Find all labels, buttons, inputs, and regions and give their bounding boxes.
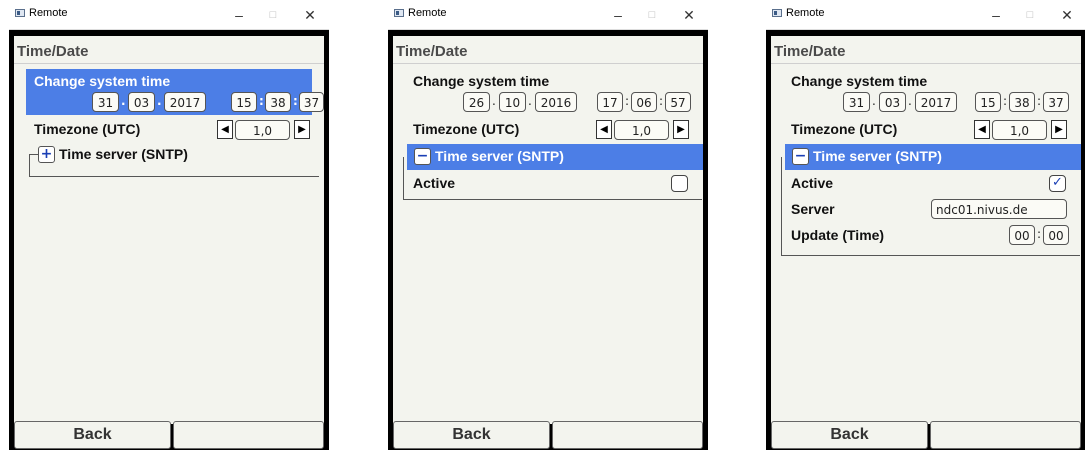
- window-title: Remote: [408, 7, 447, 19]
- app-icon: [772, 9, 782, 17]
- back-button[interactable]: Back: [393, 421, 550, 449]
- date-separator: .: [908, 94, 912, 108]
- change-system-time-label: Change system time: [34, 73, 171, 89]
- date-separator: .: [492, 94, 496, 108]
- second-field[interactable]: 57: [665, 92, 691, 112]
- remote-window-1: Remote – □ ✕ Time/Date Change system tim…: [9, 0, 329, 450]
- year-field[interactable]: 2017: [164, 92, 206, 112]
- change-system-time-label[interactable]: Change system time: [791, 73, 927, 89]
- window-titlebar[interactable]: Remote – □ ✕: [766, 0, 1085, 30]
- time-separator: :: [1037, 94, 1042, 108]
- update-hour-field[interactable]: 00: [1009, 225, 1035, 245]
- minute-field[interactable]: 38: [265, 92, 291, 112]
- date-separator: .: [157, 94, 162, 108]
- timezone-decrease-button[interactable]: ◀: [596, 120, 612, 139]
- time-separator: :: [1003, 94, 1008, 108]
- timezone-value[interactable]: 1,0: [235, 120, 290, 140]
- month-field[interactable]: 03: [879, 92, 906, 112]
- minimize-button[interactable]: –: [222, 4, 256, 26]
- soft-key-right[interactable]: [930, 421, 1081, 449]
- soft-key-right[interactable]: [173, 421, 324, 449]
- update-minute-field[interactable]: 00: [1043, 225, 1069, 245]
- hour-field[interactable]: 17: [597, 92, 623, 112]
- time-server-label[interactable]: Time server (SNTP): [59, 146, 188, 162]
- change-system-time-label[interactable]: Change system time: [413, 73, 549, 89]
- day-field[interactable]: 26: [463, 92, 490, 112]
- window-titlebar[interactable]: Remote – □ ✕: [388, 0, 708, 30]
- timezone-increase-button[interactable]: ▶: [1051, 120, 1067, 139]
- close-button[interactable]: ✕: [1050, 4, 1084, 26]
- date-separator: .: [528, 94, 532, 108]
- timezone-increase-button[interactable]: ▶: [294, 120, 310, 139]
- year-field[interactable]: 2017: [915, 92, 957, 112]
- time-separator: :: [293, 94, 298, 108]
- month-field[interactable]: 03: [128, 92, 155, 112]
- maximize-button[interactable]: □: [256, 4, 290, 26]
- soft-key-bar: Back: [14, 421, 324, 449]
- expand-icon[interactable]: +: [38, 146, 55, 163]
- group-bracket: [29, 154, 38, 177]
- second-field[interactable]: 37: [1043, 92, 1069, 112]
- hour-field[interactable]: 15: [231, 92, 257, 112]
- soft-key-bar: Back: [393, 421, 703, 449]
- timezone-label: Timezone (UTC): [791, 121, 898, 137]
- timezone-decrease-button[interactable]: ◀: [974, 120, 990, 139]
- timezone-decrease-button[interactable]: ◀: [217, 120, 233, 139]
- time-separator: :: [1037, 227, 1042, 241]
- soft-key-right[interactable]: [552, 421, 703, 449]
- server-field[interactable]: ndc01.nivus.de: [931, 199, 1067, 219]
- day-field[interactable]: 31: [92, 92, 119, 112]
- window-titlebar[interactable]: Remote – □ ✕: [9, 0, 329, 30]
- device-screen: Time/Date Change system time 26 . 10 . 2…: [393, 36, 703, 449]
- timezone-value[interactable]: 1,0: [614, 120, 669, 140]
- month-field[interactable]: 10: [499, 92, 526, 112]
- minimize-button[interactable]: –: [979, 4, 1013, 26]
- page-title: Time/Date: [771, 40, 1081, 64]
- time-separator: :: [659, 94, 664, 108]
- year-field[interactable]: 2016: [535, 92, 577, 112]
- active-label: Active: [413, 175, 456, 191]
- back-button[interactable]: Back: [771, 421, 928, 449]
- timezone-label: Timezone (UTC): [34, 121, 141, 137]
- remote-window-3: Remote – □ ✕ Time/Date Change system tim…: [766, 0, 1085, 450]
- page-title: Time/Date: [14, 40, 324, 64]
- device-screen: Time/Date Change system time 31 . 03 . 2…: [14, 36, 324, 449]
- active-checkbox[interactable]: ✓: [1049, 175, 1066, 192]
- time-separator: :: [259, 94, 264, 108]
- soft-key-bar: Back: [771, 421, 1081, 449]
- time-separator: :: [625, 94, 630, 108]
- minute-field[interactable]: 06: [631, 92, 657, 112]
- minute-field[interactable]: 38: [1009, 92, 1035, 112]
- back-button[interactable]: Back: [14, 421, 171, 449]
- page-title: Time/Date: [393, 40, 703, 64]
- day-field[interactable]: 31: [843, 92, 870, 112]
- app-icon: [394, 9, 404, 17]
- date-separator: .: [872, 94, 876, 108]
- window-title: Remote: [786, 7, 825, 19]
- close-button[interactable]: ✕: [672, 4, 706, 26]
- update-time-label: Update (Time): [791, 227, 885, 243]
- minimize-button[interactable]: –: [601, 4, 635, 26]
- close-button[interactable]: ✕: [293, 4, 327, 26]
- server-label: Server: [791, 201, 835, 217]
- second-field[interactable]: 37: [299, 92, 324, 112]
- date-separator: .: [121, 94, 126, 108]
- remote-window-2: Remote – □ ✕ Time/Date Change system tim…: [388, 0, 708, 450]
- active-label: Active: [791, 175, 834, 191]
- app-icon: [15, 9, 25, 17]
- hour-field[interactable]: 15: [975, 92, 1001, 112]
- window-title: Remote: [29, 7, 68, 19]
- timezone-increase-button[interactable]: ▶: [673, 120, 689, 139]
- timezone-label: Timezone (UTC): [413, 121, 520, 137]
- active-checkbox[interactable]: [671, 175, 688, 192]
- device-screen: Time/Date Change system time 31 . 03 . 2…: [771, 36, 1081, 449]
- maximize-button[interactable]: □: [635, 4, 669, 26]
- maximize-button[interactable]: □: [1013, 4, 1047, 26]
- timezone-value[interactable]: 1,0: [992, 120, 1047, 140]
